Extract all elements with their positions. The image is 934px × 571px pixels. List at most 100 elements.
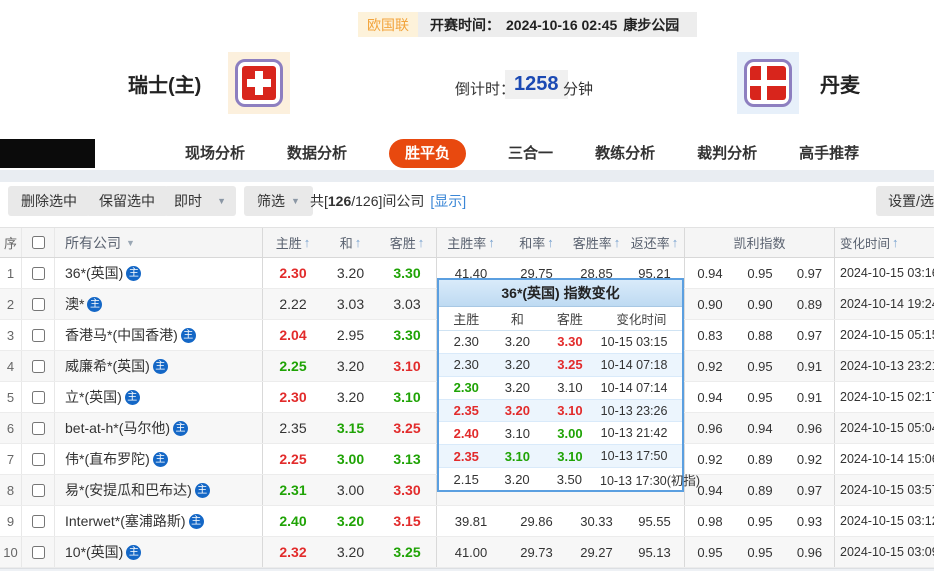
company-cell[interactable]: Interwet*(塞浦路斯) 主 — [55, 506, 263, 536]
popup-away-odds: 3.25 — [557, 357, 583, 373]
company-cell[interactable]: 36*(英国) 主 — [55, 258, 263, 288]
col-header-return-rate[interactable]: 返还率 ↑ — [625, 228, 685, 257]
away-odds[interactable]: 3.25 — [378, 413, 437, 443]
company-name: 立*(英国) — [65, 389, 122, 405]
row-checkbox[interactable] — [31, 452, 45, 466]
tab-高手推荐[interactable]: 高手推荐 — [799, 139, 859, 168]
draw-odds[interactable]: 3.20 — [323, 506, 378, 536]
draw-odds[interactable]: 3.00 — [323, 475, 378, 505]
row-checkbox[interactable] — [31, 266, 45, 280]
instant-dropdown[interactable]: 即时 ▼ — [164, 186, 236, 216]
away-odds[interactable]: 3.15 — [378, 506, 437, 536]
home-odds[interactable]: 2.30 — [263, 382, 323, 412]
tab-胜平负[interactable]: 胜平负 — [389, 139, 467, 168]
draw-odds[interactable]: 3.15 — [323, 413, 378, 443]
col-header-seq[interactable]: 序 — [0, 228, 22, 257]
home-odds[interactable]: 2.25 — [263, 444, 323, 474]
away-odds[interactable]: 3.13 — [378, 444, 437, 474]
row-checkbox-cell — [22, 506, 55, 536]
row-checkbox[interactable] — [31, 483, 45, 497]
row-seq: 6 — [0, 413, 22, 443]
settings-button[interactable]: 设置/选 — [876, 186, 934, 216]
company-cell[interactable]: 香港马*(中国香港) 主 — [55, 320, 263, 350]
row-checkbox[interactable] — [31, 328, 45, 342]
company-cell[interactable]: 立*(英国) 主 — [55, 382, 263, 412]
col-header-draw-rate[interactable]: 和率 ↑ — [505, 228, 568, 257]
tab-现场分析[interactable]: 现场分析 — [185, 139, 245, 168]
home-odds[interactable]: 2.31 — [263, 475, 323, 505]
row-checkbox[interactable] — [31, 390, 45, 404]
tab-教练分析[interactable]: 教练分析 — [595, 139, 655, 168]
popup-history-row: 2.35 3.20 3.10 10-13 23:26 — [439, 399, 682, 423]
away-odds[interactable]: 3.30 — [378, 320, 437, 350]
tab-裁判分析[interactable]: 裁判分析 — [697, 139, 757, 168]
row-checkbox[interactable] — [31, 297, 45, 311]
row-checkbox[interactable] — [31, 421, 45, 435]
row-checkbox[interactable] — [31, 514, 45, 528]
draw-odds[interactable]: 3.20 — [323, 537, 378, 567]
col-header-kelly[interactable]: 凯利指数 — [685, 228, 835, 257]
keep-selected-button[interactable]: 保留选中 — [86, 186, 168, 216]
home-odds[interactable]: 2.04 — [263, 320, 323, 350]
return-rate: 95.55 — [625, 506, 685, 536]
chevron-down-icon: ▼ — [291, 196, 300, 206]
row-checkbox[interactable] — [31, 545, 45, 559]
col-header-home[interactable]: 主胜 ↑ — [263, 228, 323, 257]
col-header-company[interactable]: 所有公司 ▼ — [55, 228, 263, 257]
company-cell[interactable]: 易*(安提瓜和巴布达) 主 — [55, 475, 263, 505]
row-checkbox-cell — [22, 382, 55, 412]
home-odds[interactable]: 2.35 — [263, 413, 323, 443]
draw-odds[interactable]: 2.95 — [323, 320, 378, 350]
company-cell[interactable]: bet-at-h*(马尔他) 主 — [55, 413, 263, 443]
company-cell[interactable]: 伟*(直布罗陀) 主 — [55, 444, 263, 474]
away-odds[interactable]: 3.03 — [378, 289, 437, 319]
countdown-value: 1258 — [514, 73, 559, 95]
filter-dropdown[interactable]: 筛选 ▼ — [244, 186, 313, 216]
home-odds[interactable]: 2.22 — [263, 289, 323, 319]
col-header-draw[interactable]: 和 ↑ — [323, 228, 378, 257]
popup-home-odds: 2.30 — [453, 380, 479, 396]
home-odds[interactable]: 2.32 — [263, 537, 323, 567]
draw-odds[interactable]: 3.00 — [323, 444, 378, 474]
col-header-away-rate[interactable]: 客胜率 ↑ — [568, 228, 625, 257]
draw-odds[interactable]: 3.03 — [323, 289, 378, 319]
popup-away-odds: 3.10 — [557, 448, 583, 464]
kelly-draw: 0.95 — [747, 544, 773, 560]
popup-away-odds: 3.10 — [557, 380, 583, 396]
col-header-change-time[interactable]: 变化时间 ↑ — [835, 228, 934, 257]
company-cell[interactable]: 澳* 主 — [55, 289, 263, 319]
col-header-home-rate[interactable]: 主胜率 ↑ — [437, 228, 505, 257]
popup-draw-odds: 3.20 — [504, 403, 530, 418]
delete-selected-button[interactable]: 删除选中 — [8, 186, 90, 216]
show-link[interactable]: [显示] — [430, 191, 466, 211]
home-odds[interactable]: 2.30 — [263, 258, 323, 288]
company-name: 威廉希*(英国) — [65, 358, 150, 374]
league-badge[interactable]: 欧国联 — [358, 12, 418, 37]
popup-col-home: 主胜 — [453, 312, 480, 327]
away-odds[interactable]: 3.25 — [378, 537, 437, 567]
away-odds[interactable]: 3.10 — [378, 351, 437, 381]
kelly-home: 0.96 — [697, 420, 723, 436]
tab-三合一[interactable]: 三合一 — [508, 139, 553, 168]
kelly-away: 0.89 — [785, 289, 835, 319]
draw-odds[interactable]: 3.20 — [323, 382, 378, 412]
company-cell[interactable]: 威廉希*(英国) 主 — [55, 351, 263, 381]
row-checkbox-cell — [22, 444, 55, 474]
table-row: 10 10*(英国) 主 2.32 3.20 3.25 41.00 29.73 29.27 95.… — [0, 537, 934, 568]
home-indicator-icon: 主 — [152, 451, 168, 467]
tab-数据分析[interactable]: 数据分析 — [287, 139, 347, 168]
home-odds[interactable]: 2.40 — [263, 506, 323, 536]
draw-odds[interactable]: 3.20 — [323, 258, 378, 288]
popup-home-odds: 2.30 — [453, 334, 479, 350]
home-odds[interactable]: 2.25 — [263, 351, 323, 381]
away-odds[interactable]: 3.30 — [378, 475, 437, 505]
row-checkbox[interactable] — [31, 359, 45, 373]
kelly-draw: 0.95 — [747, 389, 773, 405]
switzerland-flag-icon — [242, 66, 276, 100]
away-odds[interactable]: 3.10 — [378, 382, 437, 412]
company-cell[interactable]: 10*(英国) 主 — [55, 537, 263, 567]
away-odds[interactable]: 3.30 — [378, 258, 437, 288]
draw-odds[interactable]: 3.20 — [323, 351, 378, 381]
col-header-away[interactable]: 客胜 ↑ — [378, 228, 437, 257]
select-all-checkbox[interactable] — [31, 236, 45, 249]
